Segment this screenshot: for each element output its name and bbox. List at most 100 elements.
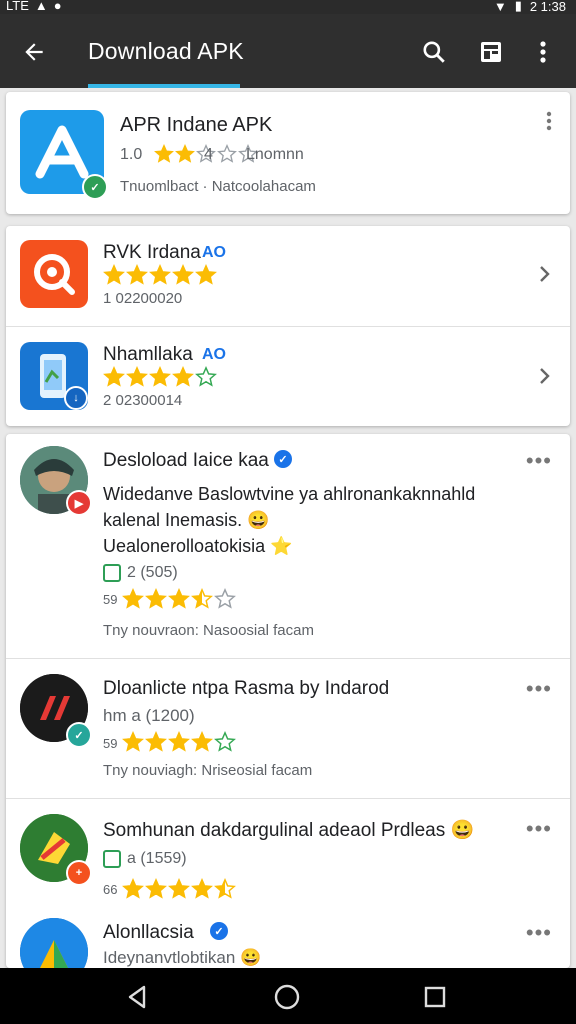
featured-rating-suffix: Lnomnn	[246, 146, 304, 163]
avatar	[20, 918, 88, 968]
star-icon	[214, 731, 236, 752]
post-item[interactable]: Alonllacsia ✓ ••• Ideynanvtlobtikan 😀	[6, 908, 570, 968]
star-icon	[168, 731, 190, 752]
star-icon	[149, 366, 171, 387]
list-item-tag: AO	[202, 244, 226, 261]
featured-rating-text: 1.0	[120, 146, 143, 163]
post-count: 2 (505)	[127, 564, 178, 581]
list-item-title: RVK Irdana	[103, 242, 201, 263]
post-footer: Tny nouviagh: Nriseosial facam	[103, 762, 313, 779]
avatar-badge-icon: +	[66, 860, 92, 886]
list-item-stars	[103, 264, 217, 286]
chevron-right-icon[interactable]	[534, 366, 554, 386]
featured-app-card[interactable]: ✓ APR Indane APK 1.0 4 Lnomnn Tnuomlbact…	[6, 92, 570, 214]
app-small-icon	[103, 850, 121, 868]
post-footer: Tny nouvraon: Nasoosial facam	[103, 622, 314, 639]
list-item-title: Nhamllaka	[103, 344, 193, 365]
more-vert-icon[interactable]	[546, 110, 552, 138]
star-icon	[145, 878, 167, 899]
star-icon	[175, 144, 195, 163]
grid-icon[interactable]	[475, 36, 507, 68]
star-icon	[103, 366, 125, 387]
more-horiz-icon[interactable]: •••	[526, 676, 552, 702]
star-icon	[195, 366, 217, 387]
list-item-stars	[103, 366, 217, 388]
post-meta: Ideynanvtlobtikan 😀	[103, 948, 262, 967]
post-meta: hm a (1200)	[103, 706, 195, 725]
post-count: a (1559)	[127, 850, 187, 867]
star-icon	[103, 264, 125, 285]
chevron-right-icon[interactable]	[534, 264, 554, 284]
more-horiz-icon[interactable]: •••	[526, 920, 552, 946]
post-author: Dloanlicte ntpa Rasma by Indarod	[103, 678, 390, 699]
recents-square-icon[interactable]	[422, 984, 448, 1010]
system-nav-bar	[0, 968, 576, 1024]
verified-check-icon: ✓	[82, 174, 108, 200]
star-icon	[191, 588, 213, 609]
download-icon: ●	[53, 0, 62, 13]
post-text-line: Widedanve Baslowtvine ya ahlronankaknnah…	[103, 484, 476, 504]
post-stars	[122, 878, 236, 900]
post-rating-num: 59	[103, 736, 118, 751]
star-icon	[168, 588, 190, 609]
star-icon	[149, 264, 171, 285]
arrow-left-icon[interactable]	[18, 36, 50, 68]
verified-badge-icon: ✓	[274, 450, 292, 468]
post-author: Desloload Iaice kaa	[103, 450, 269, 471]
home-circle-icon[interactable]	[274, 984, 300, 1010]
star-icon	[145, 588, 167, 609]
featured-meta: Tnuomlbact · Natcoolahacam	[120, 178, 316, 195]
notification-icon: ▲	[34, 0, 48, 13]
search-app-icon	[20, 240, 88, 308]
active-tab-indicator	[88, 84, 240, 88]
star-icon	[172, 366, 194, 387]
verified-badge-icon: ✓	[210, 922, 228, 940]
star-icon	[126, 264, 148, 285]
star-icon	[168, 878, 190, 899]
app-list-card: RVK Irdana AO 1 02200020 ↓ Nhamllaka AO …	[6, 226, 570, 426]
app-small-icon	[103, 564, 121, 582]
download-badge-icon: ↓	[64, 386, 88, 410]
post-count-row: a (1559)	[103, 850, 187, 868]
star-icon	[195, 264, 217, 285]
star-icon	[145, 731, 167, 752]
post-stars	[122, 731, 236, 753]
post-rating-num: 66	[103, 882, 118, 897]
search-icon[interactable]	[418, 36, 450, 68]
list-item[interactable]: RVK Irdana AO 1 02200020	[6, 226, 570, 326]
status-right-icons: ▼ ▮ 2 1:38	[494, 0, 566, 14]
star-icon	[191, 731, 213, 752]
featured-rating-extra: 4	[204, 146, 213, 163]
status-left-icons: LTE ▲ ●	[6, 0, 62, 13]
page-title: Download APK	[88, 38, 244, 64]
battery-icon: ▮	[514, 0, 522, 13]
app-bar: Download APK	[0, 14, 576, 88]
avatar-badge-icon: ▶	[66, 490, 92, 516]
list-item[interactable]: ↓ Nhamllaka AO 2 02300014	[6, 326, 570, 426]
post-item[interactable]: + Somhunan dakdargulinal adeaol Prdleas …	[6, 798, 570, 908]
back-triangle-icon[interactable]	[124, 984, 150, 1010]
more-horiz-icon[interactable]: •••	[526, 816, 552, 842]
post-stars	[122, 588, 236, 610]
post-item[interactable]: ✓ Dloanlicte ntpa Rasma by Indarod ••• h…	[6, 658, 570, 798]
star-icon	[154, 144, 174, 163]
post-item[interactable]: ▶ Desloload Iaice kaa ✓ ••• Widedanve Ba…	[6, 434, 570, 658]
more-horiz-icon[interactable]: •••	[526, 448, 552, 474]
star-icon	[122, 588, 144, 609]
star-icon	[217, 144, 237, 163]
wifi-icon: ▼	[493, 0, 507, 14]
star-icon	[122, 731, 144, 752]
more-vert-icon[interactable]	[527, 36, 559, 68]
avatar-badge-icon: ✓	[66, 722, 92, 748]
post-author: Somhunan dakdargulinal adeaol Prdleas 😀	[103, 820, 475, 841]
star-icon	[126, 366, 148, 387]
post-count-row: 2 (505)	[103, 564, 178, 582]
star-icon	[172, 264, 194, 285]
post-rating-num: 59	[103, 592, 118, 607]
star-icon	[122, 878, 144, 899]
post-text-line: Uealonerolloatokisia ⭐	[103, 536, 293, 556]
featured-title: APR Indane APK	[120, 114, 273, 136]
post-text-line: kalenal Inemasis. 😀	[103, 510, 270, 530]
clock-text: 2 1:38	[529, 0, 566, 14]
star-icon	[214, 878, 236, 899]
